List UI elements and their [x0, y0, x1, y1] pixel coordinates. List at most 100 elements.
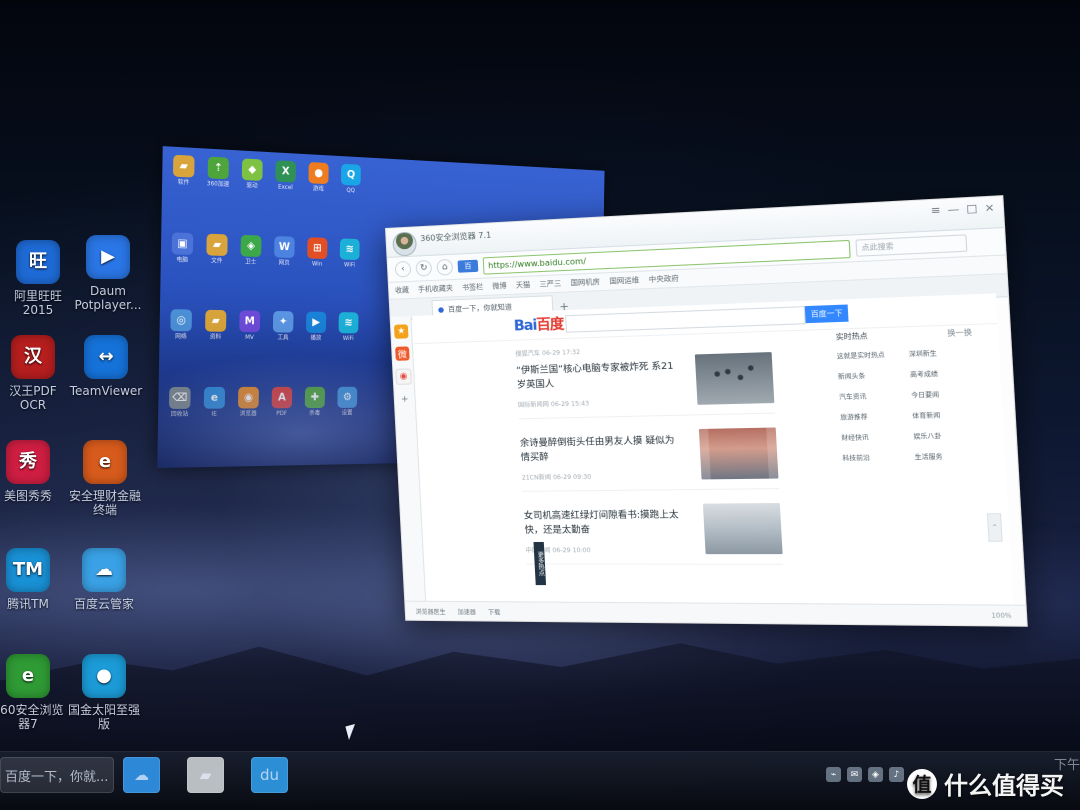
desktop-icon-finance-terminal[interactable]: e 安全理财金融终端 — [67, 440, 143, 518]
desktop-icon-teamviewer[interactable]: ↔ TeamViewer — [68, 335, 144, 399]
desktop-icon-tencent-tm[interactable]: TM 腾讯TM — [0, 548, 66, 612]
hot-topic-item[interactable]: 生活服务 — [914, 451, 979, 462]
preview-icon[interactable]: ● 游戏 — [305, 162, 331, 228]
preview-icon[interactable]: ▰ 软件 — [169, 154, 197, 223]
baidu-cloud-task-icon[interactable]: ☁ — [123, 757, 160, 793]
hot-topic-item[interactable]: 科技前沿 — [842, 452, 905, 463]
network-tray-icon[interactable]: ⌁ — [826, 767, 841, 782]
baidu-du-task-icon[interactable]: du — [251, 757, 288, 793]
preview-icon[interactable]: ▣ 电脑 — [168, 231, 196, 300]
bookmark-item[interactable]: 国网运维 — [609, 275, 639, 287]
preview-icon[interactable]: ▶ 播放 — [303, 311, 329, 376]
preview-icon[interactable]: W 网页 — [271, 235, 298, 301]
preview-icon[interactable]: ⊞ Win — [304, 236, 330, 303]
news-card[interactable]: 余诗曼醉倒街头任由男友人摸 疑似为情买醉 21CN新闻 06-29 09:30 — [518, 413, 780, 492]
favorite-icon[interactable]: ★ — [393, 324, 409, 339]
preview-icon[interactable]: ✚ 杀毒 — [301, 386, 327, 451]
news-card[interactable]: 女司机高速红绿灯间隙看书:摸跑上太快，还是太勤奋 中国新闻 06-29 10:0… — [522, 489, 784, 565]
bookmark-item[interactable]: 三严三 — [539, 278, 561, 289]
desktop-icon-aliwangwang[interactable]: 旺 阿里旺旺2015 — [0, 240, 76, 318]
preview-icon[interactable]: X Excel — [272, 160, 299, 227]
preview-icon[interactable]: ◎ 网络 — [167, 309, 195, 376]
bookmark-item[interactable]: 国网机房 — [570, 277, 600, 289]
back-icon[interactable]: ‹ — [394, 260, 412, 278]
news-image[interactable] — [698, 427, 779, 480]
watermark-logo-icon: 值 — [907, 768, 937, 799]
hot-topic-item[interactable]: 深圳新生 — [909, 347, 974, 358]
desktop-icon-potplayer[interactable]: ▶ Daum Potplayer... — [70, 235, 146, 313]
desktop-icon-baidu-cloud[interactable]: ☁ 百度云管家 — [66, 548, 142, 612]
zoom-level[interactable]: 100% — [991, 612, 1012, 620]
preview-icon[interactable]: ✦ 工具 — [269, 310, 296, 377]
message-tray-icon[interactable]: ✉ — [847, 767, 862, 782]
preview-icon[interactable]: ▰ 文件 — [203, 233, 231, 300]
hot-topic-item[interactable]: 这就是实时热点 — [837, 349, 900, 361]
user-avatar[interactable] — [392, 231, 418, 257]
hot-topic-item[interactable]: 今日要闻 — [911, 388, 976, 400]
preview-icon[interactable]: Q QQ — [338, 163, 364, 230]
close-icon[interactable]: × — [984, 202, 995, 215]
browser-search-box[interactable]: 点此搜索 — [855, 234, 968, 257]
bookmark-item[interactable]: 收藏 — [395, 285, 409, 296]
hot-topic-item[interactable]: 娱乐八卦 — [913, 430, 978, 441]
news-card[interactable]: 搜狐汽车 06-29 17:32 “伊斯兰国”核心电脑专家被炸死 系21岁英国人… — [514, 338, 775, 420]
refresh-hot-button[interactable]: 换一换 — [947, 327, 972, 339]
news-title[interactable]: 女司机高速红绿灯间隙看书:摸跑上太快，还是太勤奋 — [524, 509, 684, 539]
preview-icon[interactable]: ◉ 浏览器 — [234, 386, 261, 452]
desktop-icon-meitu[interactable]: 秀 美图秀秀 — [0, 440, 66, 504]
status-item[interactable]: 下载 — [488, 607, 501, 616]
status-item[interactable]: 浏览器医生 — [415, 606, 446, 615]
sun-trade-icon: ● — [82, 654, 126, 698]
news-title[interactable]: “伊斯兰国”核心电脑专家被炸死 系21岁英国人 — [516, 360, 675, 393]
preview-icon[interactable]: M MV — [236, 310, 263, 376]
bookmark-item[interactable]: 书签栏 — [462, 282, 484, 293]
preview-icon[interactable]: ≋ WiFi — [336, 237, 362, 303]
hot-topic-item[interactable]: 新闻头条 — [838, 370, 901, 381]
hot-topic-item[interactable]: 旅游推荐 — [840, 411, 903, 422]
bookmark-item[interactable]: 天猫 — [516, 280, 531, 291]
hot-topic-item[interactable]: 体育新闻 — [912, 409, 977, 420]
menu-icon[interactable]: ≡ — [931, 205, 941, 217]
preview-icon[interactable]: ◆ 驱动 — [238, 158, 265, 225]
browser-window[interactable]: 360安全浏览器 7.1 ≡ — □ × ‹ ↻ ⌂ 百 https://www… — [385, 195, 1028, 627]
desktop-icon-360-browser[interactable]: e 360安全浏览器7 — [0, 654, 66, 732]
preview-icon[interactable]: e IE — [200, 386, 228, 453]
baidu-site-icon[interactable]: 百 — [457, 259, 479, 273]
bookmark-item[interactable]: 中央政府 — [648, 273, 680, 285]
preview-icon[interactable]: ▰ 资料 — [201, 309, 229, 377]
app-icon[interactable]: ◉ — [395, 368, 412, 385]
hot-topic-item[interactable]: 财经快讯 — [841, 431, 904, 442]
shield-tray-icon[interactable]: ◈ — [868, 767, 883, 782]
preview-icon[interactable]: A PDF — [268, 386, 295, 452]
weibo-icon[interactable]: 微 — [395, 346, 410, 361]
preview-icon[interactable]: ⌫ 回收站 — [165, 386, 193, 453]
baidu-search-input[interactable] — [565, 306, 806, 333]
desktop-icon-sun-trade[interactable]: ● 国金太阳至强版 — [66, 654, 142, 732]
file-explorer-task-icon[interactable]: ▰ — [187, 757, 224, 793]
hot-topic-item[interactable]: 高考成绩 — [910, 368, 975, 379]
baidu-logo[interactable]: Bai百度 — [513, 313, 564, 335]
scroll-up-button[interactable]: ⌃ — [986, 513, 1003, 542]
maximize-icon[interactable]: □ — [966, 203, 978, 216]
bookmark-item[interactable]: 手机收藏夹 — [418, 283, 454, 295]
status-item[interactable]: 加速器 — [457, 607, 477, 616]
add-icon[interactable]: + — [397, 393, 412, 407]
home-icon[interactable]: ⌂ — [436, 258, 454, 276]
desktop-icon-pdf-ocr[interactable]: 汉 汉王PDF OCR — [0, 335, 71, 413]
news-title[interactable]: 余诗曼醉倒街头任由男友人摸 疑似为情买醉 — [520, 435, 679, 467]
preview-icon[interactable]: ⇡ 360加速 — [204, 156, 232, 224]
hot-topic-item[interactable]: 汽车资讯 — [839, 390, 902, 401]
desktop-icon-label: 国金太阳至强版 — [67, 703, 140, 731]
minimize-icon[interactable]: — — [947, 204, 959, 217]
more-hot-topics-button[interactable]: 更多热点 — [533, 541, 547, 586]
sound-tray-icon[interactable]: ♪ — [889, 767, 904, 782]
refresh-icon[interactable]: ↻ — [415, 259, 433, 277]
news-image[interactable] — [694, 352, 775, 405]
bookmark-item[interactable]: 微博 — [492, 281, 507, 292]
baidu-search-button[interactable]: 百度一下 — [804, 304, 849, 324]
preview-icon[interactable]: ⚙ 设置 — [334, 386, 360, 451]
preview-icon[interactable]: ◈ 卫士 — [237, 234, 264, 301]
news-image[interactable] — [702, 502, 783, 555]
preview-icon[interactable]: ≋ WiFi — [335, 312, 361, 377]
taskbar-active-browser[interactable]: 百度一下，你就... — [0, 757, 114, 793]
